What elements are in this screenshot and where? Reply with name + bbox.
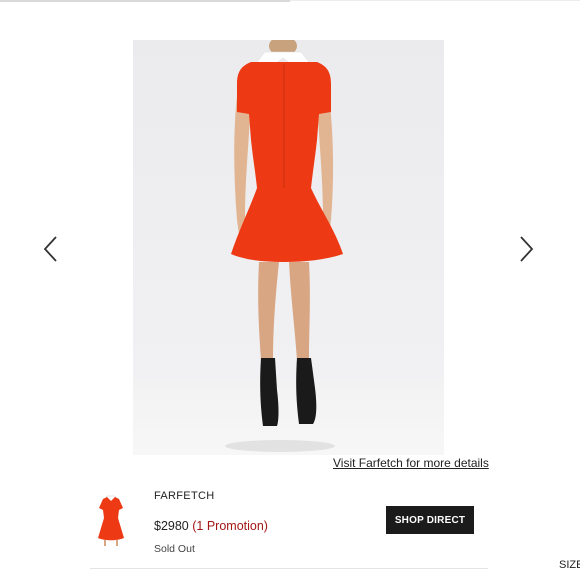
top-divider (0, 0, 290, 2)
top-divider-secondary (290, 0, 580, 1)
product-image[interactable] (133, 40, 444, 455)
visit-retailer-link[interactable]: Visit Farfetch for more details (333, 456, 489, 470)
dress-model-illustration (231, 40, 343, 426)
stock-status: Sold Out (154, 543, 195, 555)
price-line: $2980 (1 Promotion) (154, 519, 268, 533)
retailer-name: FARFETCH (154, 490, 215, 502)
product-thumbnail[interactable] (92, 494, 130, 548)
shop-direct-button[interactable]: SHOP DIRECT (386, 506, 474, 534)
price: $2980 (154, 519, 189, 533)
size-label: SIZE (559, 559, 580, 571)
chevron-right-icon[interactable] (515, 234, 537, 264)
promotion-link[interactable]: (1 Promotion) (192, 519, 268, 533)
product-detail-page: Visit Farfetch for more details FARFETCH… (0, 0, 580, 580)
chevron-left-icon[interactable] (40, 234, 62, 264)
bottom-divider (90, 568, 488, 569)
